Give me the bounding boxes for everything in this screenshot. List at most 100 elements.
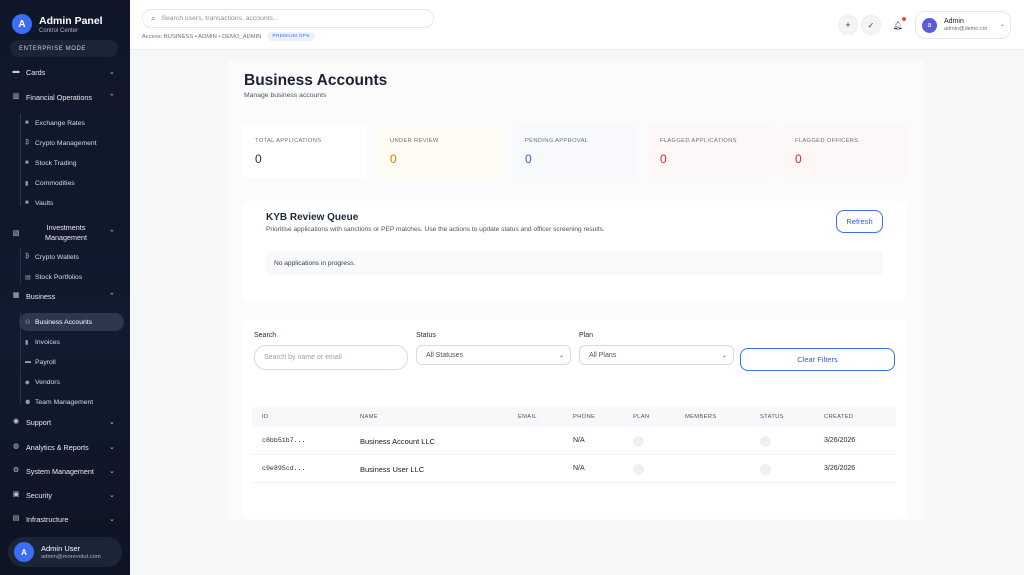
content-panel: Business Accounts Manage business accoun… <box>228 61 924 521</box>
plan-label: Plan <box>579 332 594 339</box>
kyb-title: KYB Review Queue <box>266 212 359 223</box>
name-email-search-field[interactable]: Search by name or email <box>254 345 408 370</box>
gear-icon: ⚙ <box>12 467 20 474</box>
briefcase-icon: ▦ <box>12 292 20 299</box>
chart-icon: ▧ <box>12 230 20 237</box>
commodity-icon: ▮ <box>25 181 29 187</box>
row-id: c8bb51b7... <box>262 437 306 444</box>
sidebar-item-label: Security <box>26 490 52 500</box>
table-row[interactable]: c8bb51b7... Business Account LLC N/A 3/2… <box>252 427 896 455</box>
check-status-button[interactable]: ✓ <box>861 15 881 35</box>
brand-title: Admin Panel <box>39 14 103 27</box>
column-header-name: NAME <box>360 414 378 420</box>
vault-icon: ■ <box>25 200 29 206</box>
sidebar-item-label: Support <box>26 417 52 427</box>
main-area: Business Accounts Manage business accoun… <box>130 51 1024 575</box>
chevron-down-icon: ⌄ <box>109 468 115 475</box>
invoice-icon: ▮ <box>25 340 29 346</box>
status-select-value: All Statuses <box>426 351 463 359</box>
row-name: Business User LLC <box>360 465 425 474</box>
sidebar-item-label: Financial Operations <box>26 92 92 102</box>
page-title: Business Accounts <box>244 72 388 89</box>
brand-logo: A <box>12 14 32 34</box>
chevron-down-icon: ⌄ <box>721 352 727 359</box>
table-row[interactable]: c9e895cd... Business User LLC N/A 3/26/2… <box>252 455 896 483</box>
chevron-down-icon: ⌄ <box>999 22 1005 28</box>
row-created: 3/26/2026 <box>824 437 856 444</box>
clear-filters-button[interactable]: Clear Filters <box>740 348 895 371</box>
notifications-button[interactable]: 🔔︎ <box>888 15 908 35</box>
stock-icon: ■ <box>25 160 29 166</box>
search-input[interactable] <box>161 15 412 22</box>
sidebar-item-investments-management[interactable]: ▧ Investments Management ⌃ <box>0 223 130 245</box>
bitcoin-icon: ₿ <box>25 254 30 260</box>
global-search[interactable]: ⌕ <box>142 9 434 28</box>
sidebar-item-label: Business <box>26 291 56 301</box>
stat-value: 0 <box>390 152 397 166</box>
sidebar-subitem-label: Exchange Rates <box>35 120 85 127</box>
column-header-created: CREATED <box>824 414 854 420</box>
users-icon: ⚇ <box>25 320 31 326</box>
user-email: admin@morevolut.com <box>41 554 101 560</box>
row-created: 3/26/2026 <box>824 465 856 472</box>
column-header-email: EMAIL <box>518 414 537 420</box>
user-profile-card[interactable]: A Admin User admin@morevolut.com <box>8 537 122 567</box>
sidebar-item-label: Investments Management <box>45 223 87 242</box>
chevron-up-icon: ⌃ <box>109 94 115 101</box>
stat-value: 0 <box>525 152 532 166</box>
avatar: A <box>14 542 34 562</box>
topbar: ⌕ Access: BUSINESS • ADMIN • DEMO_ADMIN … <box>130 0 1024 50</box>
admin-account-menu[interactable]: a Admin admin@demo.cm ⌄ <box>915 11 1011 39</box>
stat-value: 0 <box>660 152 667 166</box>
column-header-members: MEMBERS <box>685 414 717 420</box>
sidebar-subitem-label: Vendors <box>35 379 60 386</box>
card-icon: ▬ <box>12 68 20 75</box>
sidebar-subitem-label: Commodities <box>35 180 75 187</box>
sidebar-subitem-label: Stock Trading <box>35 160 77 167</box>
submenu-line <box>20 114 21 206</box>
sidebar-subitem-label: Invoices <box>35 339 60 346</box>
sidebar-subitem-label: Vaults <box>35 200 54 207</box>
chevron-up-icon: ⌃ <box>109 230 115 237</box>
analytics-icon: ◍ <box>12 443 20 450</box>
sidebar-subitem-label: Crypto Management <box>35 140 97 147</box>
stat-value: 0 <box>255 152 262 166</box>
chevron-down-icon: ⌄ <box>109 516 115 523</box>
plan-select[interactable]: All Plans ⌄ <box>579 345 734 365</box>
admin-email: admin@demo.cm <box>944 26 988 32</box>
stat-card-flagged-applications: FLAGGED APPLICATIONS 0 <box>648 125 772 178</box>
sidebar-subitem-label: Business Accounts <box>35 319 93 326</box>
row-name: Business Account LLC <box>360 437 436 446</box>
stat-label: PENDING APPROVAL <box>525 138 589 144</box>
accounts-section: Search Search by name or email Status Al… <box>242 319 906 519</box>
brand-subtitle: Control Center <box>39 27 79 34</box>
stat-label: TOTAL APPLICATIONS <box>255 138 322 144</box>
page-subtitle: Manage business accounts <box>244 92 327 99</box>
status-select[interactable]: All Statuses ⌄ <box>416 345 571 365</box>
stat-card-under-review: UNDER REVIEW 0 <box>378 125 502 178</box>
check-circle-icon: ✓ <box>867 20 875 30</box>
chevron-up-icon: ⌃ <box>109 293 115 300</box>
stat-value: 0 <box>795 152 802 166</box>
chevron-down-icon: ⌄ <box>109 69 115 76</box>
sidebar-subitem-label: Payroll <box>35 359 56 366</box>
row-id: c9e895cd... <box>262 465 306 472</box>
notification-dot <box>902 17 906 21</box>
stat-label: UNDER REVIEW <box>390 138 439 144</box>
admin-name: Admin <box>944 18 964 25</box>
column-header-status: STATUS <box>760 414 784 420</box>
headset-icon: ◉ <box>12 418 20 425</box>
refresh-button[interactable]: Refresh <box>836 210 883 233</box>
payroll-icon: ▬ <box>25 359 31 365</box>
sidebar: A Admin Panel Control Center ENTERPRISE … <box>0 0 130 575</box>
plan-badge <box>633 436 644 447</box>
handshake-icon: ◆ <box>25 380 30 386</box>
stat-label: FLAGGED OFFICERS <box>795 138 859 144</box>
brand: A Admin Panel Control Center <box>0 0 130 38</box>
chevron-down-icon: ⌄ <box>558 352 564 359</box>
bitcoin-icon: ₿ <box>25 140 30 146</box>
chevron-down-icon: ⌄ <box>109 419 115 426</box>
add-button[interactable]: + <box>838 15 858 35</box>
stat-card-pending-approval: PENDING APPROVAL 0 <box>513 125 637 178</box>
status-badge <box>760 436 771 447</box>
